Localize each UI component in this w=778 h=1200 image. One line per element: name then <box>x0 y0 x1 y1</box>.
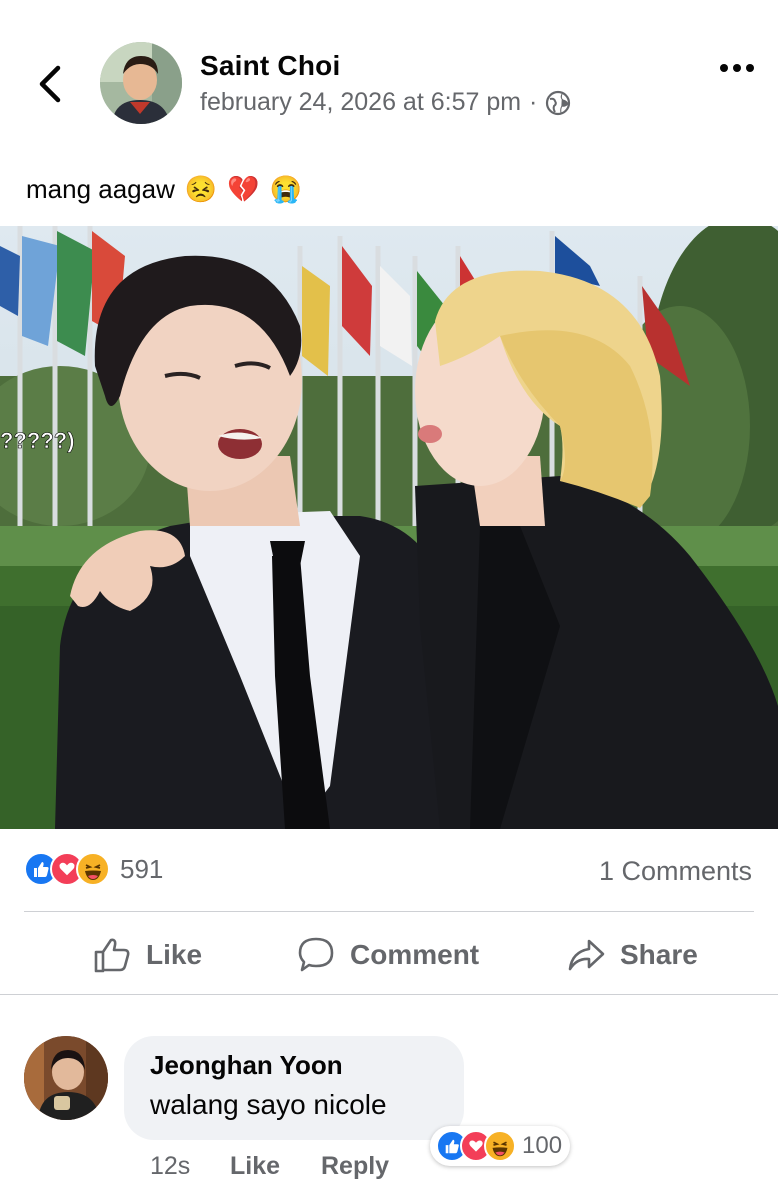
haha-reaction-icon <box>484 1130 516 1162</box>
reaction-count: 591 <box>120 853 164 884</box>
author-avatar[interactable] <box>100 42 182 124</box>
globe-icon <box>546 90 571 115</box>
commenter-name[interactable]: Jeonghan Yoon <box>150 1050 438 1081</box>
comments-count[interactable]: 1 Comments <box>599 856 752 887</box>
share-label: Share <box>620 939 698 970</box>
comment-reactions[interactable]: 100 <box>430 1126 571 1166</box>
more-dots-icon <box>720 64 754 72</box>
thumbs-up-icon <box>94 938 130 973</box>
comment-text: walang sayo nicole <box>150 1089 387 1120</box>
divider <box>24 911 754 912</box>
comment-bubble: Jeonghan Yoon walang sayo nicole <box>124 1036 464 1140</box>
chevron-left-icon <box>39 65 61 103</box>
meta-separator: · <box>529 88 538 116</box>
share-arrow-icon <box>568 939 605 971</box>
back-button[interactable] <box>30 60 70 108</box>
caption-text: mang aagaw <box>26 174 175 204</box>
like-button[interactable]: Like <box>92 928 202 982</box>
post-meta: february 24, 2026 at 6:57 pm · <box>200 88 571 117</box>
post-author-name[interactable]: Saint Choi <box>200 50 340 82</box>
comment-time: 12s <box>150 1152 191 1180</box>
divider <box>0 994 778 995</box>
comment-like-button[interactable]: Like <box>230 1152 280 1181</box>
haha-reaction-icon <box>76 852 110 886</box>
more-options-button[interactable] <box>712 50 762 86</box>
comment-label: Comment <box>350 939 480 970</box>
share-button[interactable]: Share <box>566 928 698 982</box>
post-timestamp[interactable]: february 24, 2026 at 6:57 pm <box>200 88 521 117</box>
like-label: Like <box>146 939 203 970</box>
comment-reaction-count: 100 <box>522 1132 563 1159</box>
broken-heart-emoji: 💔 <box>227 174 260 204</box>
photo-overlay-text: ?????) <box>0 428 75 453</box>
comment-reply-button[interactable]: Reply <box>321 1152 389 1181</box>
commenter-avatar[interactable] <box>24 1036 108 1120</box>
post-photo[interactable]: ?????) <box>0 226 778 829</box>
persevering-face-emoji: 😣 <box>184 174 218 204</box>
comment-bubble-icon <box>298 937 334 972</box>
comment-button[interactable]: Comment <box>296 928 479 982</box>
post-caption: mang aagaw 😣 💔 😭 <box>26 174 302 205</box>
post-reactions[interactable]: 591 <box>24 852 163 886</box>
crying-face-emoji: 😭 <box>269 174 303 204</box>
